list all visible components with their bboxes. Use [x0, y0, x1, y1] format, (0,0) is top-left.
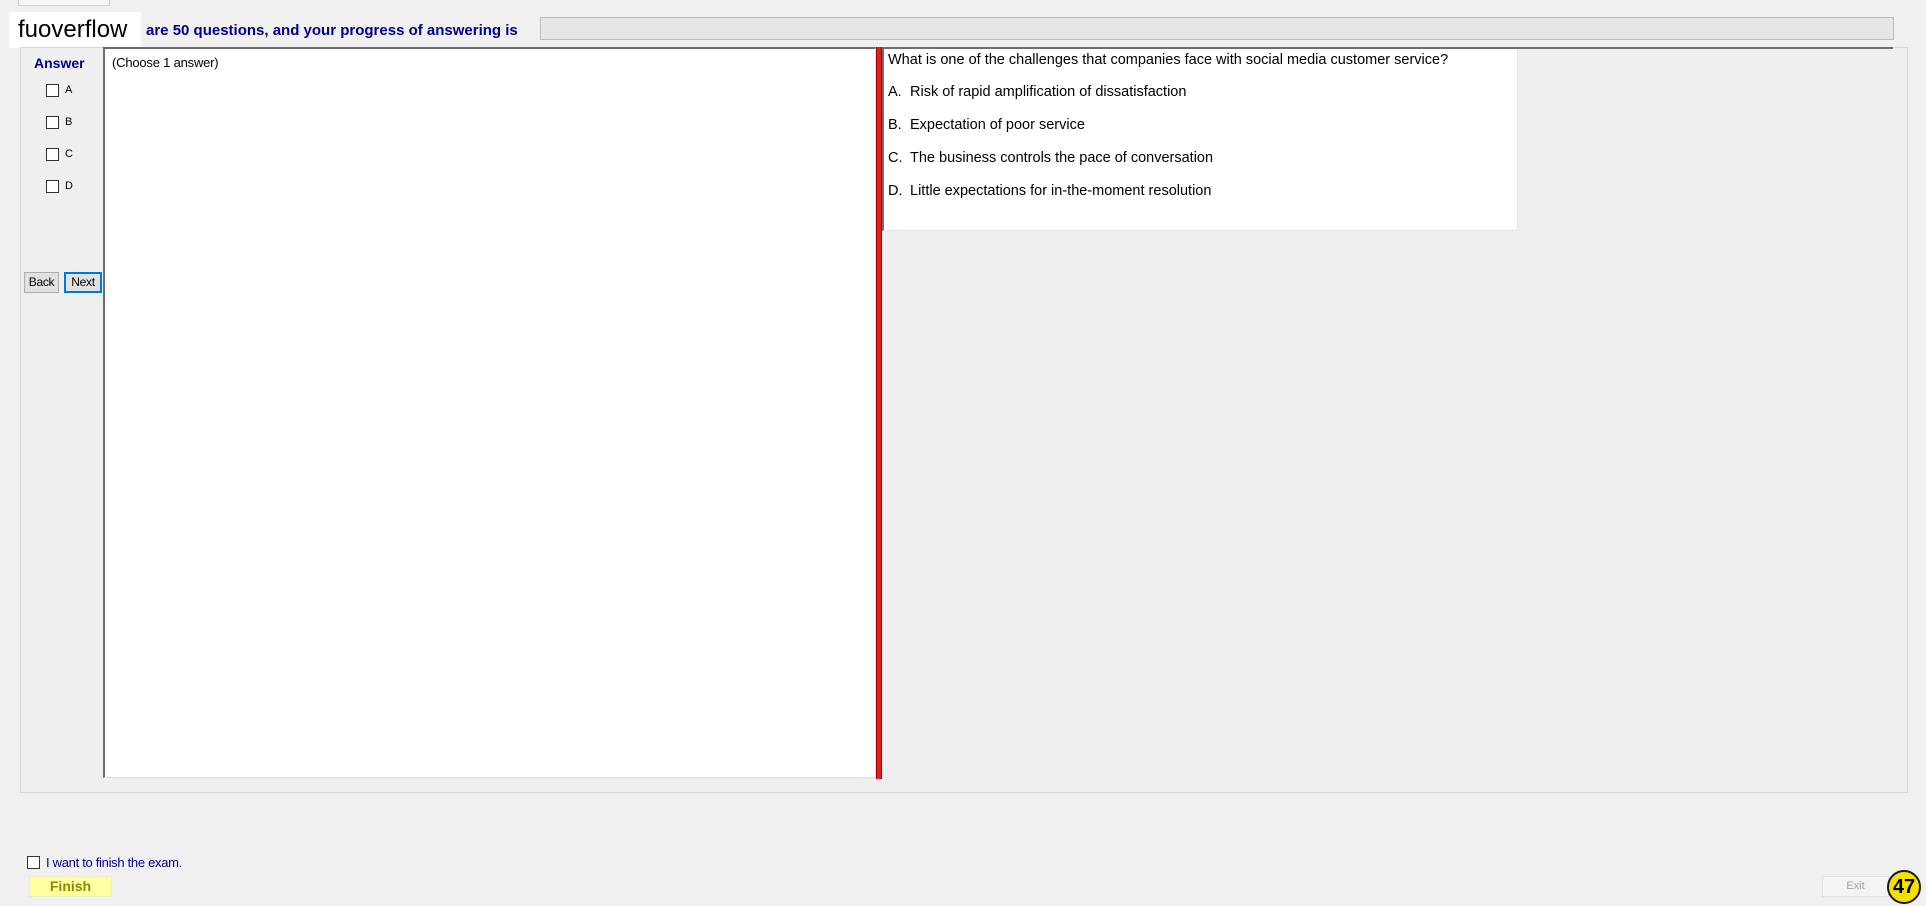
question-text: What is one of the challenges that compa… [888, 52, 1449, 68]
question-option-c: C. The business controls the pace of conv… [888, 150, 1213, 166]
option-letter: C. [888, 150, 903, 166]
answer-option-b[interactable]: B [46, 114, 72, 130]
answer-option-a[interactable]: A [46, 82, 72, 98]
question-option-d: D. Little expectations for in-the-moment … [888, 183, 1211, 199]
checkbox-c[interactable] [46, 147, 59, 161]
answer-option-c[interactable]: C [46, 146, 73, 162]
option-text: Expectation of poor service [910, 117, 1085, 133]
back-button[interactable]: Back [24, 272, 59, 293]
answer-option-label: B [65, 116, 73, 128]
finish-checkbox[interactable] [27, 856, 40, 869]
progress-text: are 50 questions, and your progress of a… [146, 22, 518, 39]
question-box: What is one of the challenges that compa… [882, 49, 1518, 231]
window-tab-stub [18, 0, 110, 6]
question-option-a: A. Risk of rapid amplification of dissati… [888, 84, 1186, 100]
question-number-badge: 47 [1887, 870, 1921, 904]
answer-option-label: D [65, 180, 73, 192]
option-text: The business controls the pace of conver… [910, 150, 1214, 166]
next-button[interactable]: Next [64, 272, 102, 293]
answer-option-label: C [65, 148, 73, 160]
finish-confirm[interactable]: I want to finish the exam. [27, 855, 182, 870]
answer-option-label: A [65, 84, 73, 96]
choose-instruction: (Choose 1 answer) [112, 55, 219, 70]
progress-bar [540, 17, 1894, 40]
finish-checkbox-label[interactable]: I want to finish the exam. [46, 855, 182, 870]
option-text: Little expectations for in-the-moment re… [910, 183, 1212, 199]
checkbox-d[interactable] [46, 179, 59, 193]
finish-button[interactable]: Finish [29, 876, 112, 897]
checkbox-b[interactable] [46, 115, 59, 129]
instruction-pane: (Choose 1 answer) [103, 47, 876, 778]
option-text: Risk of rapid amplification of dissatisf… [910, 84, 1187, 100]
exit-button[interactable]: Exit [1822, 876, 1889, 897]
option-letter: A. [888, 84, 902, 100]
answer-option-d[interactable]: D [46, 178, 73, 194]
brand-label: fuoverflow [9, 12, 141, 48]
checkbox-a[interactable] [46, 83, 59, 97]
option-letter: D. [888, 183, 903, 199]
answer-title: Answer [34, 55, 85, 71]
option-letter: B. [888, 117, 902, 133]
question-option-b: B. Expectation of poor service [888, 117, 1085, 133]
